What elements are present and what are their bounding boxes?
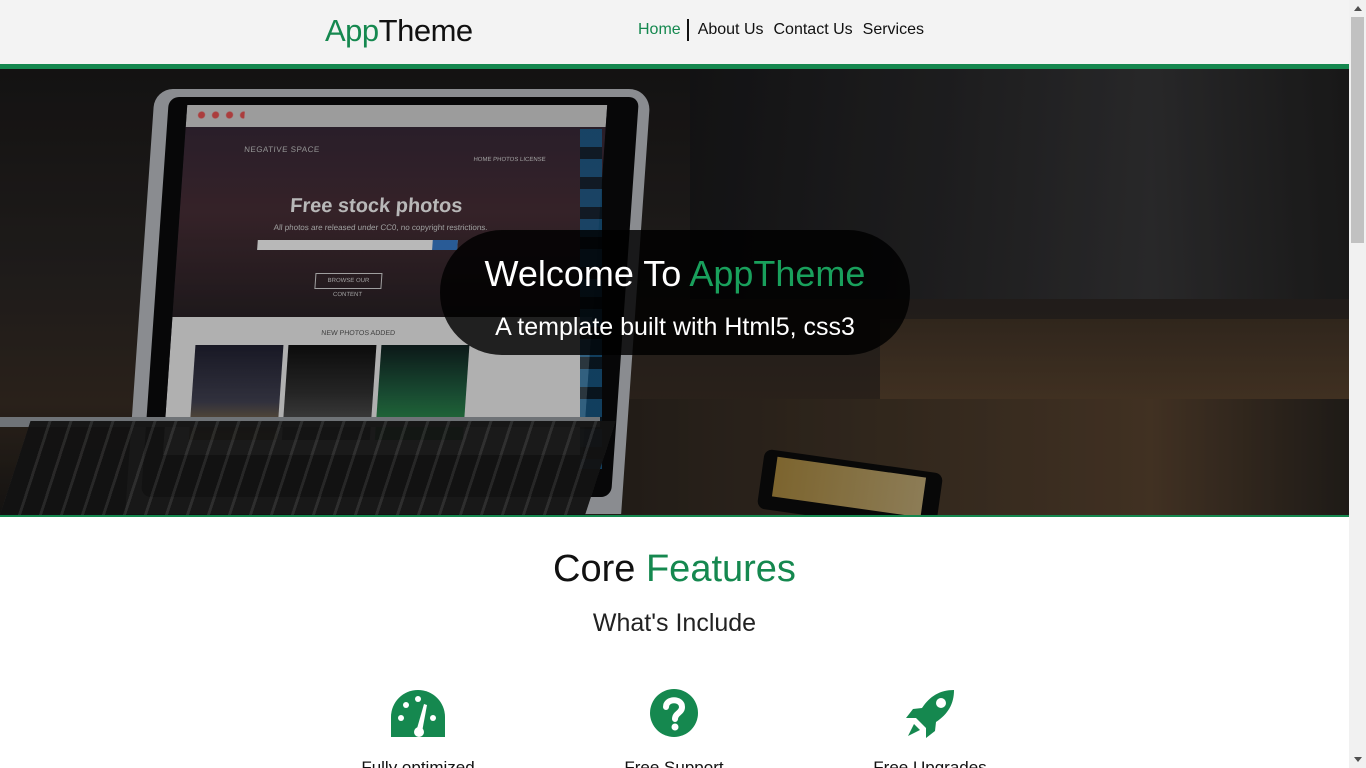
page: AppTheme Home About Us Contact Us Servic… xyxy=(0,0,1349,768)
features-heading: Core Features xyxy=(0,548,1349,591)
site-logo[interactable]: AppTheme xyxy=(325,13,473,49)
feature-label: Free Upgrades xyxy=(873,758,987,768)
scroll-down-arrow-icon xyxy=(1354,757,1362,762)
feature-free-upgrades: Free Upgrades xyxy=(830,688,1030,768)
welcome-heading: Welcome To AppTheme xyxy=(440,253,910,295)
nav-contact-us[interactable]: Contact Us xyxy=(769,19,858,41)
feature-label: Free Support xyxy=(624,758,724,768)
logo-app-text: App xyxy=(325,13,379,48)
hero-accent-line xyxy=(0,515,1349,517)
welcome-prefix: Welcome To xyxy=(484,253,690,294)
features-heading-accent: Features xyxy=(645,548,796,590)
nav-about-us[interactable]: About Us xyxy=(693,19,769,41)
scroll-up-arrow-icon xyxy=(1354,6,1362,11)
speedometer-icon xyxy=(391,690,445,737)
feature-label: Fully optimized xyxy=(361,758,475,768)
scrollbar-thumb[interactable] xyxy=(1351,17,1364,243)
features-heading-prefix: Core xyxy=(553,548,646,590)
feature-free-support: Free Support xyxy=(574,688,774,768)
hero-tagline: A template built with Html5, css3 xyxy=(495,313,855,341)
site-header: AppTheme Home About Us Contact Us Servic… xyxy=(0,0,1349,64)
main-nav: Home About Us Contact Us Services xyxy=(638,19,929,41)
nav-services[interactable]: Services xyxy=(858,19,929,41)
logo-theme-text: Theme xyxy=(378,13,473,48)
nav-home[interactable]: Home xyxy=(638,19,689,41)
rocket-icon xyxy=(906,690,954,738)
question-circle-icon xyxy=(650,689,698,737)
feature-fully-optimized: Fully optimized xyxy=(318,688,518,768)
welcome-brand: AppTheme xyxy=(689,253,866,294)
features-subheading: What's Include xyxy=(592,609,757,637)
